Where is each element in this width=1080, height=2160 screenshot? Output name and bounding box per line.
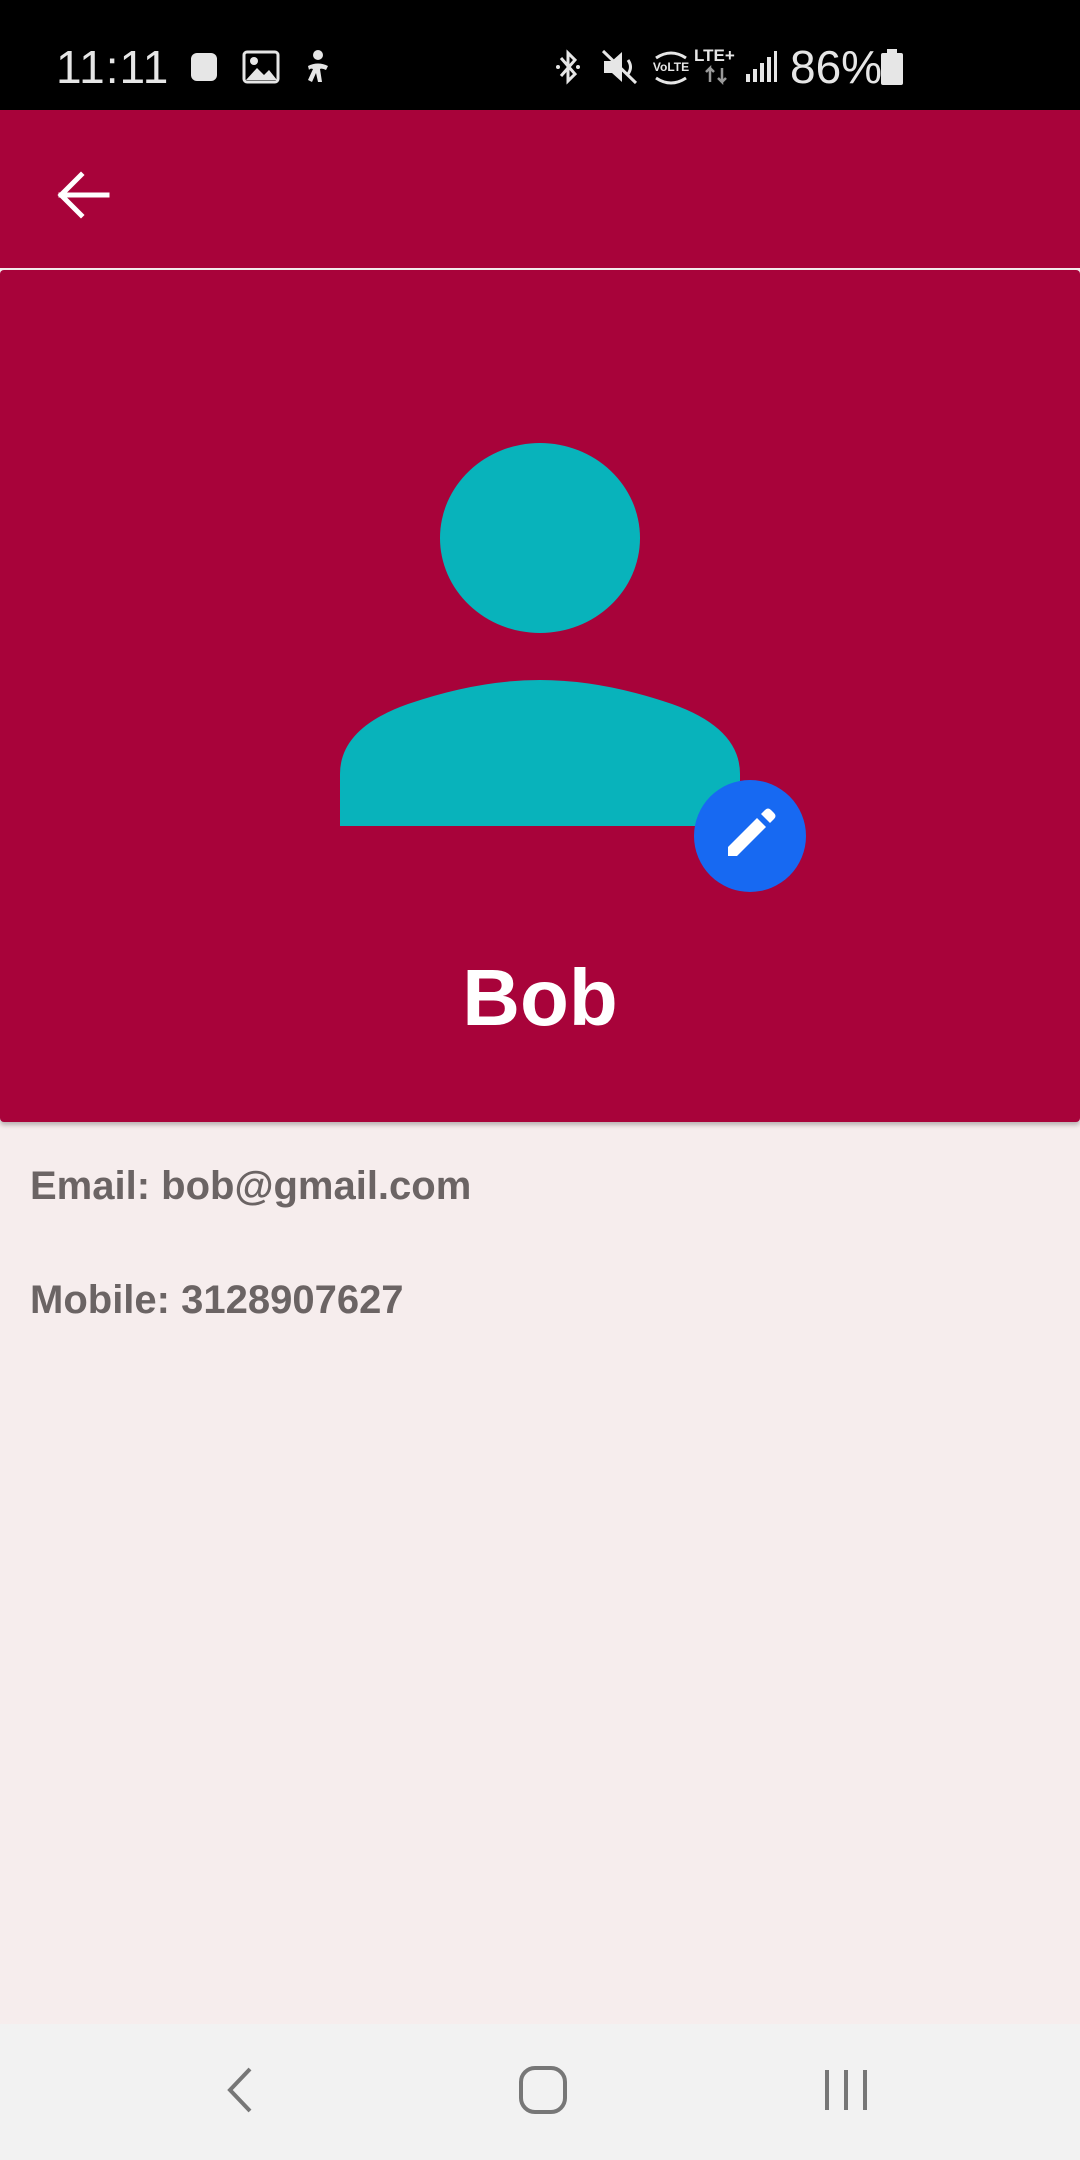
nav-home-icon <box>517 2064 569 2121</box>
bluetooth-icon <box>553 48 583 91</box>
nav-recents-button[interactable] <box>786 2024 906 2160</box>
status-time: 11:11 <box>56 41 170 93</box>
nav-back-button[interactable] <box>180 2024 300 2160</box>
battery-icon <box>880 48 904 91</box>
svg-text:VoLTE: VoLTE <box>653 60 689 74</box>
contact-name: Bob <box>462 953 618 1042</box>
edit-photo-button[interactable] <box>694 780 806 892</box>
system-nav-bar <box>0 2024 1080 2160</box>
vibrate-mute-icon <box>600 48 640 91</box>
back-button[interactable] <box>46 160 120 234</box>
arrow-back-icon <box>55 170 111 225</box>
mobile-text: Mobile: 3128907627 <box>30 1278 404 1322</box>
gallery-icon <box>242 50 280 89</box>
accessibility-icon <box>300 48 336 91</box>
notification-square-icon <box>190 52 218 87</box>
lte-plus-icon: LTE+ <box>692 44 742 93</box>
volte-icon: VoLTE <box>650 48 692 93</box>
contact-detail-screen: 11:11 VoLTE LTE+ 86% Bob Email: bob@gmai… <box>0 0 1080 2160</box>
status-bar: 11:11 VoLTE LTE+ 86% <box>0 0 1080 110</box>
svg-text:LTE+: LTE+ <box>694 46 735 65</box>
pencil-icon <box>722 806 778 867</box>
person-icon <box>338 442 742 826</box>
nav-back-icon <box>220 2065 260 2120</box>
signal-icon <box>744 50 778 89</box>
nav-recents-icon <box>821 2068 871 2117</box>
battery-percent: 86% <box>790 41 883 93</box>
nav-home-button[interactable] <box>483 2024 603 2160</box>
email-text: Email: bob@gmail.com <box>30 1164 472 1208</box>
app-bar <box>0 110 1080 268</box>
